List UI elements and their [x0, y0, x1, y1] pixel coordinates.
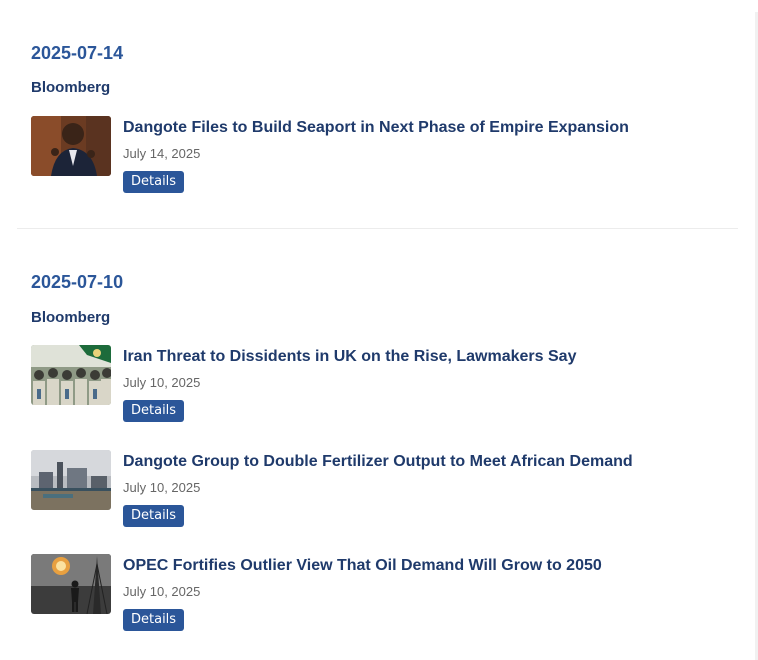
- news-item: OPEC Fortifies Outlier View That Oil Dem…: [31, 554, 721, 636]
- details-button[interactable]: Details: [123, 400, 185, 422]
- item-date: July 10, 2025: [123, 480, 201, 495]
- item-date: July 10, 2025: [123, 584, 201, 599]
- item-date: July 10, 2025: [123, 375, 201, 390]
- news-thumbnail[interactable]: [31, 345, 111, 405]
- news-item: Dangote Files to Build Seaport in Next P…: [31, 116, 721, 198]
- item-date: July 14, 2025: [123, 146, 201, 161]
- source-heading: Bloomberg: [31, 79, 111, 96]
- group-date-heading: 2025-07-10: [31, 272, 124, 292]
- news-thumbnail[interactable]: [31, 554, 111, 614]
- details-button[interactable]: Details: [123, 171, 185, 193]
- group-divider: [17, 228, 738, 229]
- details-button[interactable]: Details: [123, 609, 185, 631]
- group-date-heading: 2025-07-14: [31, 43, 124, 63]
- headline-link[interactable]: Dangote Files to Build Seaport in Next P…: [123, 118, 701, 138]
- news-item: Dangote Group to Double Fertilizer Outpu…: [31, 450, 721, 532]
- details-button[interactable]: Details: [123, 505, 185, 527]
- headline-link[interactable]: Iran Threat to Dissidents in UK on the R…: [123, 347, 701, 367]
- source-heading: Bloomberg: [31, 309, 111, 326]
- headline-link[interactable]: Dangote Group to Double Fertilizer Outpu…: [123, 452, 701, 472]
- news-thumbnail[interactable]: [31, 450, 111, 510]
- news-thumbnail[interactable]: [31, 116, 111, 176]
- headline-link[interactable]: OPEC Fortifies Outlier View That Oil Dem…: [123, 556, 701, 576]
- news-item: Iran Threat to Dissidents in UK on the R…: [31, 345, 721, 427]
